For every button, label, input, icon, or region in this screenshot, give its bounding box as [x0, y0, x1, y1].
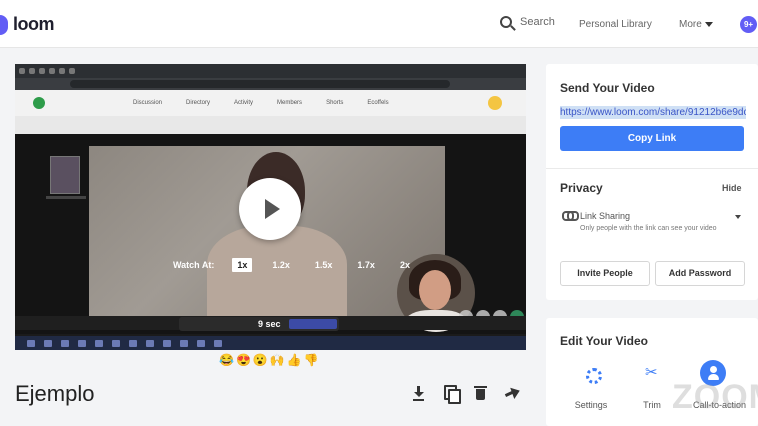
participant-label [46, 196, 86, 199]
watch-at-label: Watch At: [173, 260, 215, 270]
tab-dot [69, 68, 75, 74]
playback-speed-selector: Watch At: 1x 1.2x 1.5x 1.7x 2x [173, 258, 430, 272]
taskbar-icon [27, 339, 35, 347]
recorded-tab: Directory [186, 100, 211, 106]
scissors-icon [639, 360, 665, 386]
link-icon [562, 211, 579, 221]
download-base [413, 399, 424, 401]
recorded-breadcrumb [15, 116, 526, 134]
taskbar-icon [44, 339, 52, 347]
download-icon[interactable] [410, 384, 427, 402]
taskbar-icon [146, 339, 154, 347]
settings-label: Settings [574, 400, 608, 410]
taskbar-icon [112, 339, 120, 347]
more-label: More [679, 19, 702, 30]
recording-timer: 9 sec [258, 319, 281, 329]
reaction-laugh[interactable]: 😂 [219, 353, 234, 367]
trim-label: Trim [643, 400, 661, 410]
recorded-address-bar [15, 78, 526, 90]
speed-option-2x[interactable]: 2x [395, 258, 415, 272]
edit-video-panel: Edit Your Video Settings Trim Call-to-ac… [546, 318, 758, 426]
share-icon[interactable] [503, 384, 520, 402]
taskbar-icon [95, 339, 103, 347]
taskbar-icon [214, 339, 222, 347]
play-icon [265, 199, 280, 219]
speed-option-1-2x[interactable]: 1.2x [267, 258, 295, 272]
recorded-browser-tabs [15, 64, 526, 78]
reaction-thumbs-down[interactable]: 👎 [304, 353, 319, 367]
play-button[interactable] [239, 178, 301, 240]
taskbar-icon [78, 339, 86, 347]
taskbar-icon [163, 339, 171, 347]
speed-option-1-5x[interactable]: 1.5x [310, 258, 338, 272]
hide-privacy-button[interactable]: Hide [722, 183, 742, 193]
recorded-tab: Discussion [133, 100, 163, 106]
reaction-raised-hands[interactable]: 🙌 [270, 353, 285, 367]
notification-badge[interactable]: 9+ [740, 16, 757, 33]
recorded-tab: Shorts [326, 100, 344, 106]
search-label: Search [520, 16, 555, 28]
panel-divider [546, 168, 758, 169]
speed-option-1x[interactable]: 1x [232, 258, 253, 272]
search-icon [500, 16, 512, 28]
taskbar-icon [61, 339, 69, 347]
speed-option-1-7x[interactable]: 1.7x [352, 258, 380, 272]
nav-more-menu[interactable]: More [679, 19, 713, 30]
add-password-button[interactable]: Add Password [655, 261, 745, 286]
cta-label: Call-to-action [693, 400, 747, 410]
share-link-field[interactable]: https://www.loom.com/share/91212b6e9dcb [560, 106, 746, 119]
recorded-address-field [70, 80, 450, 88]
recorded-tab: Ecoffels [367, 100, 389, 106]
copy-link-button[interactable]: Copy Link [560, 126, 744, 151]
person-icon [700, 360, 726, 386]
video-player[interactable]: Discussion Directory Activity Members Sh… [15, 64, 526, 350]
tab-dot [19, 68, 25, 74]
taskbar-icon [180, 339, 188, 347]
recorded-stop-button [289, 319, 337, 329]
loom-logo-mark [0, 14, 8, 35]
search-button[interactable]: Search [500, 16, 555, 28]
chevron-down-icon [704, 21, 713, 27]
caret-down-icon[interactable] [735, 215, 741, 219]
privacy-title: Privacy [560, 181, 603, 195]
logo-text: loom [13, 14, 55, 34]
nav-personal-library[interactable]: Personal Library [579, 19, 652, 30]
tab-dot [59, 68, 65, 74]
send-video-title: Send Your Video [560, 81, 655, 95]
tab-dot [29, 68, 35, 74]
link-sharing-title[interactable]: Link Sharing [580, 211, 630, 221]
trim-tool[interactable]: Trim [632, 360, 672, 410]
link-sharing-desc: Only people with the link can see your v… [580, 225, 717, 232]
duplicate-icon[interactable] [441, 384, 461, 404]
trash-icon[interactable] [472, 384, 489, 402]
reaction-thumbs-up[interactable]: 👍 [287, 353, 302, 367]
reaction-surprised[interactable]: 😮 [253, 353, 268, 367]
tab-dot [39, 68, 45, 74]
call-to-action-tool[interactable]: Call-to-action [693, 360, 747, 410]
recorded-app-logo [33, 97, 45, 109]
taskbar-icon [197, 339, 205, 347]
emoji-reactions: 😂 😍 😮 🙌 👍 👎 [219, 353, 319, 367]
cam-face [419, 270, 451, 310]
reaction-heart-eyes[interactable]: 😍 [236, 353, 251, 367]
loom-logo[interactable]: loom [0, 14, 55, 35]
video-title[interactable]: Ejemplo [15, 381, 94, 407]
participant-thumbnail [50, 156, 80, 194]
settings-tool[interactable]: Settings [571, 360, 611, 410]
edit-video-title: Edit Your Video [560, 334, 649, 348]
recorded-tab: Activity [234, 100, 254, 106]
invite-people-button[interactable]: Invite People [560, 261, 650, 286]
person-body [207, 226, 347, 322]
recorded-tab: Members [277, 100, 303, 106]
video-actions [410, 384, 520, 404]
recorded-avatar [488, 96, 502, 110]
gear-icon [578, 360, 604, 386]
recorded-taskbar [15, 336, 526, 350]
top-header: loom Search Personal Library More 9+ [0, 0, 758, 48]
taskbar-icon [129, 339, 137, 347]
recorded-app-nav: Discussion Directory Activity Members Sh… [15, 90, 526, 116]
tab-dot [49, 68, 55, 74]
send-video-panel: Send Your Video https://www.loom.com/sha… [546, 64, 758, 300]
